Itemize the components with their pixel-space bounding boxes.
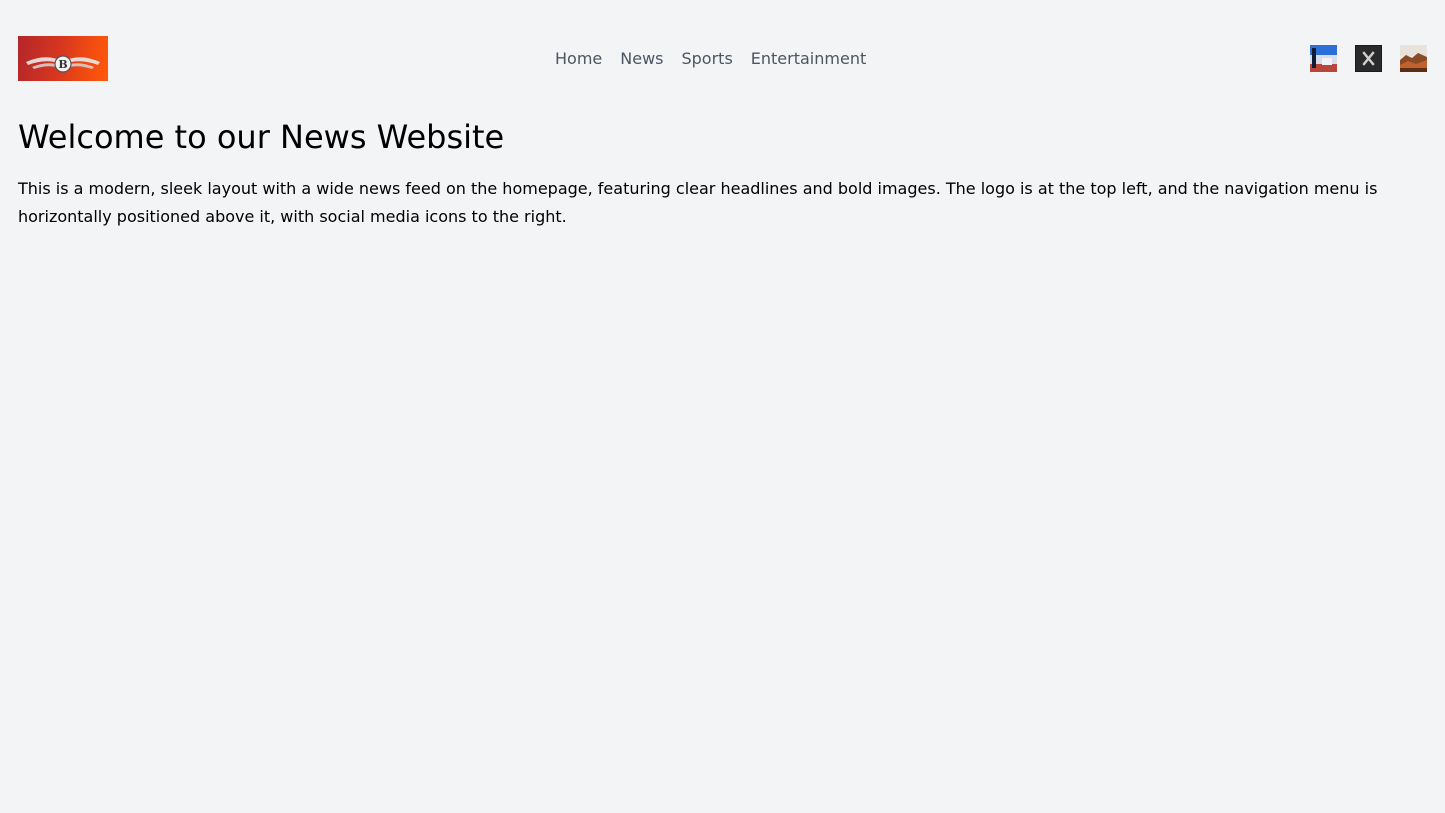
nav-item-home[interactable]: Home: [555, 49, 602, 68]
svg-text:B: B: [58, 58, 67, 71]
page: B Home News Sports Entertainment Welcome…: [0, 0, 1445, 813]
nav-item-sports[interactable]: Sports: [681, 49, 732, 68]
social-x-icon[interactable]: [1355, 45, 1382, 72]
nav-item-entertainment[interactable]: Entertainment: [751, 49, 866, 68]
main-nav: Home News Sports Entertainment: [555, 36, 866, 81]
page-title: Welcome to our News Website: [18, 118, 505, 156]
winged-b-logo-icon: B: [26, 55, 100, 73]
social-photo-icon-1[interactable]: [1310, 45, 1337, 72]
nav-item-news[interactable]: News: [620, 49, 663, 68]
intro-paragraph: This is a modern, sleek layout with a wi…: [18, 179, 1378, 226]
site-logo[interactable]: B: [18, 36, 108, 81]
social-photo-icon-3[interactable]: [1400, 45, 1427, 72]
social-links: [1310, 45, 1427, 72]
site-header: B Home News Sports Entertainment: [18, 36, 1427, 81]
